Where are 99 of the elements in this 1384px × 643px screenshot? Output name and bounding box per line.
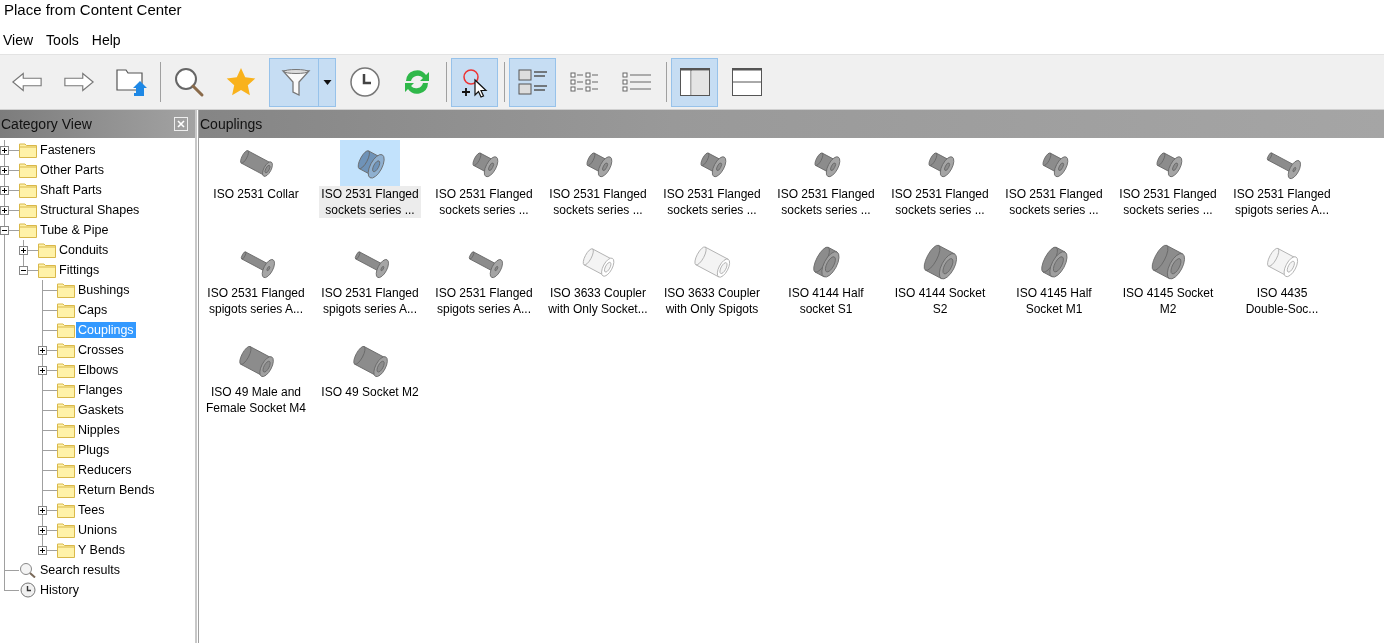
tree-item[interactable]: Caps [76,302,110,318]
tree-item[interactable]: Elbows [76,362,121,378]
folder-icon [57,462,75,478]
expander-icon[interactable] [0,166,9,175]
tree-item[interactable]: Tube & Pipe [38,222,111,238]
part-name[interactable]: ISO 4145 Socket M2 [1120,285,1216,317]
folder-icon [19,142,37,158]
menu-item[interactable]: Tools [43,32,86,48]
part-name[interactable]: ISO 2531 Flanged sockets series ... [661,186,763,218]
filter-button[interactable] [269,57,336,107]
folder-icon [19,222,37,238]
part-name[interactable]: ISO 2531 Collar [211,186,301,202]
menu-item[interactable]: View [0,32,41,48]
expander-icon[interactable] [0,226,9,235]
expander-icon[interactable] [38,546,47,555]
part-name[interactable]: ISO 49 Socket M2 [319,384,421,400]
tree-item[interactable]: Plugs [76,442,112,458]
star-icon [224,66,257,98]
part-name[interactable]: ISO 2531 Flanged spigots series A... [1231,186,1333,218]
clock-icon [348,66,381,98]
part-name[interactable]: ISO 4435 Double-Soc... [1243,285,1321,317]
expander-icon[interactable] [38,526,47,535]
tree-item[interactable]: Gaskets [76,402,126,418]
part-thumbnail[interactable] [340,140,400,186]
folder-icon [38,242,56,258]
tree-item[interactable]: Nipples [76,422,122,438]
tree-item[interactable]: Search results [38,562,122,578]
folder-icon [57,362,75,378]
tree-item[interactable]: Tees [76,502,107,518]
menu-item[interactable]: Help [88,32,128,48]
part-name[interactable]: ISO 4145 Half Socket M1 [1014,285,1094,317]
panel-title: Couplings [199,116,263,132]
folder-icon [57,542,75,558]
part-name[interactable]: ISO 2531 Flanged sockets series ... [433,186,535,218]
tree-item[interactable]: Bushings [76,282,132,298]
split-vertical-button[interactable] [671,57,718,107]
part-name[interactable]: ISO 2531 Flanged spigots series A... [319,285,421,317]
expander-icon[interactable] [38,506,47,515]
pick-button[interactable] [451,57,498,107]
part-name[interactable]: ISO 3633 Coupler with Only Socket... [546,285,650,317]
two-column-layout-icon [678,66,711,98]
large-icons-button[interactable] [509,57,556,107]
search-icon [19,562,37,578]
folder-icon [57,342,75,358]
tree-item[interactable]: Other Parts [38,162,106,178]
tree-item[interactable]: Return Bends [76,482,157,498]
part-name[interactable]: ISO 2531 Flanged sockets series ... [775,186,877,218]
part-name[interactable]: ISO 2531 Flanged spigots series A... [433,285,535,317]
folder-icon [38,262,56,278]
panel-title: Category View [0,116,92,132]
expander-icon[interactable] [38,346,47,355]
part-name[interactable]: ISO 2531 Flanged sockets series ... [889,186,991,218]
folder-icon [57,502,75,518]
part-name[interactable]: ISO 2531 Flanged spigots series A... [205,285,307,317]
folder-icon [19,202,37,218]
part-name[interactable]: ISO 4144 Socket S2 [892,285,988,317]
folder-icon [57,282,75,298]
funnel-icon [280,66,312,98]
expander-icon[interactable] [0,146,9,155]
folder-icon [57,322,75,338]
tree-item[interactable]: Crosses [76,342,126,358]
folder-icon [57,402,75,418]
folder-arrow-icon [114,66,147,98]
tree-item[interactable]: Shaft Parts [38,182,104,198]
folder-icon [57,522,75,538]
expander-icon[interactable] [19,246,28,255]
tree-item[interactable]: Flanges [76,382,125,398]
tree-item[interactable]: Fasteners [38,142,98,158]
folder-icon [57,422,75,438]
clock-icon [19,582,37,598]
expander-icon[interactable] [38,366,47,375]
part-name[interactable]: ISO 2531 Flanged sockets series ... [319,186,421,218]
tree-item[interactable]: Y Bends [76,542,128,558]
folder-icon [19,182,37,198]
part-name[interactable]: ISO 49 Male and Female Socket M4 [203,384,308,416]
expander-icon[interactable] [0,206,9,215]
folder-icon [19,162,37,178]
part-name[interactable]: ISO 4144 Half socket S1 [786,285,866,317]
part-name[interactable]: ISO 2531 Flanged sockets series ... [1003,186,1105,218]
part-name[interactable]: ISO 2531 Flanged sockets series ... [1117,186,1219,218]
tree-item[interactable]: Fittings [57,262,102,278]
folder-icon [57,382,75,398]
two-row-layout-icon [730,66,763,98]
tree-item[interactable]: Conduits [57,242,111,258]
tree-item[interactable]: Reducers [76,462,134,478]
search-icon [172,66,205,98]
tree-item[interactable]: History [38,582,81,598]
close-icon[interactable] [174,117,188,131]
expander-icon[interactable] [19,266,28,275]
folder-icon [57,482,75,498]
tree-item[interactable]: Structural Shapes [38,202,142,218]
tree-item[interactable]: Unions [76,522,119,538]
part-name[interactable]: ISO 3633 Coupler with Only Spigots [661,285,763,317]
expander-icon[interactable] [0,186,9,195]
window-title: Place from Content Center [3,0,183,20]
large-icons-view-icon [516,66,549,98]
part-name[interactable]: ISO 2531 Flanged sockets series ... [547,186,649,218]
folder-icon [57,302,75,318]
folder-icon [57,442,75,458]
